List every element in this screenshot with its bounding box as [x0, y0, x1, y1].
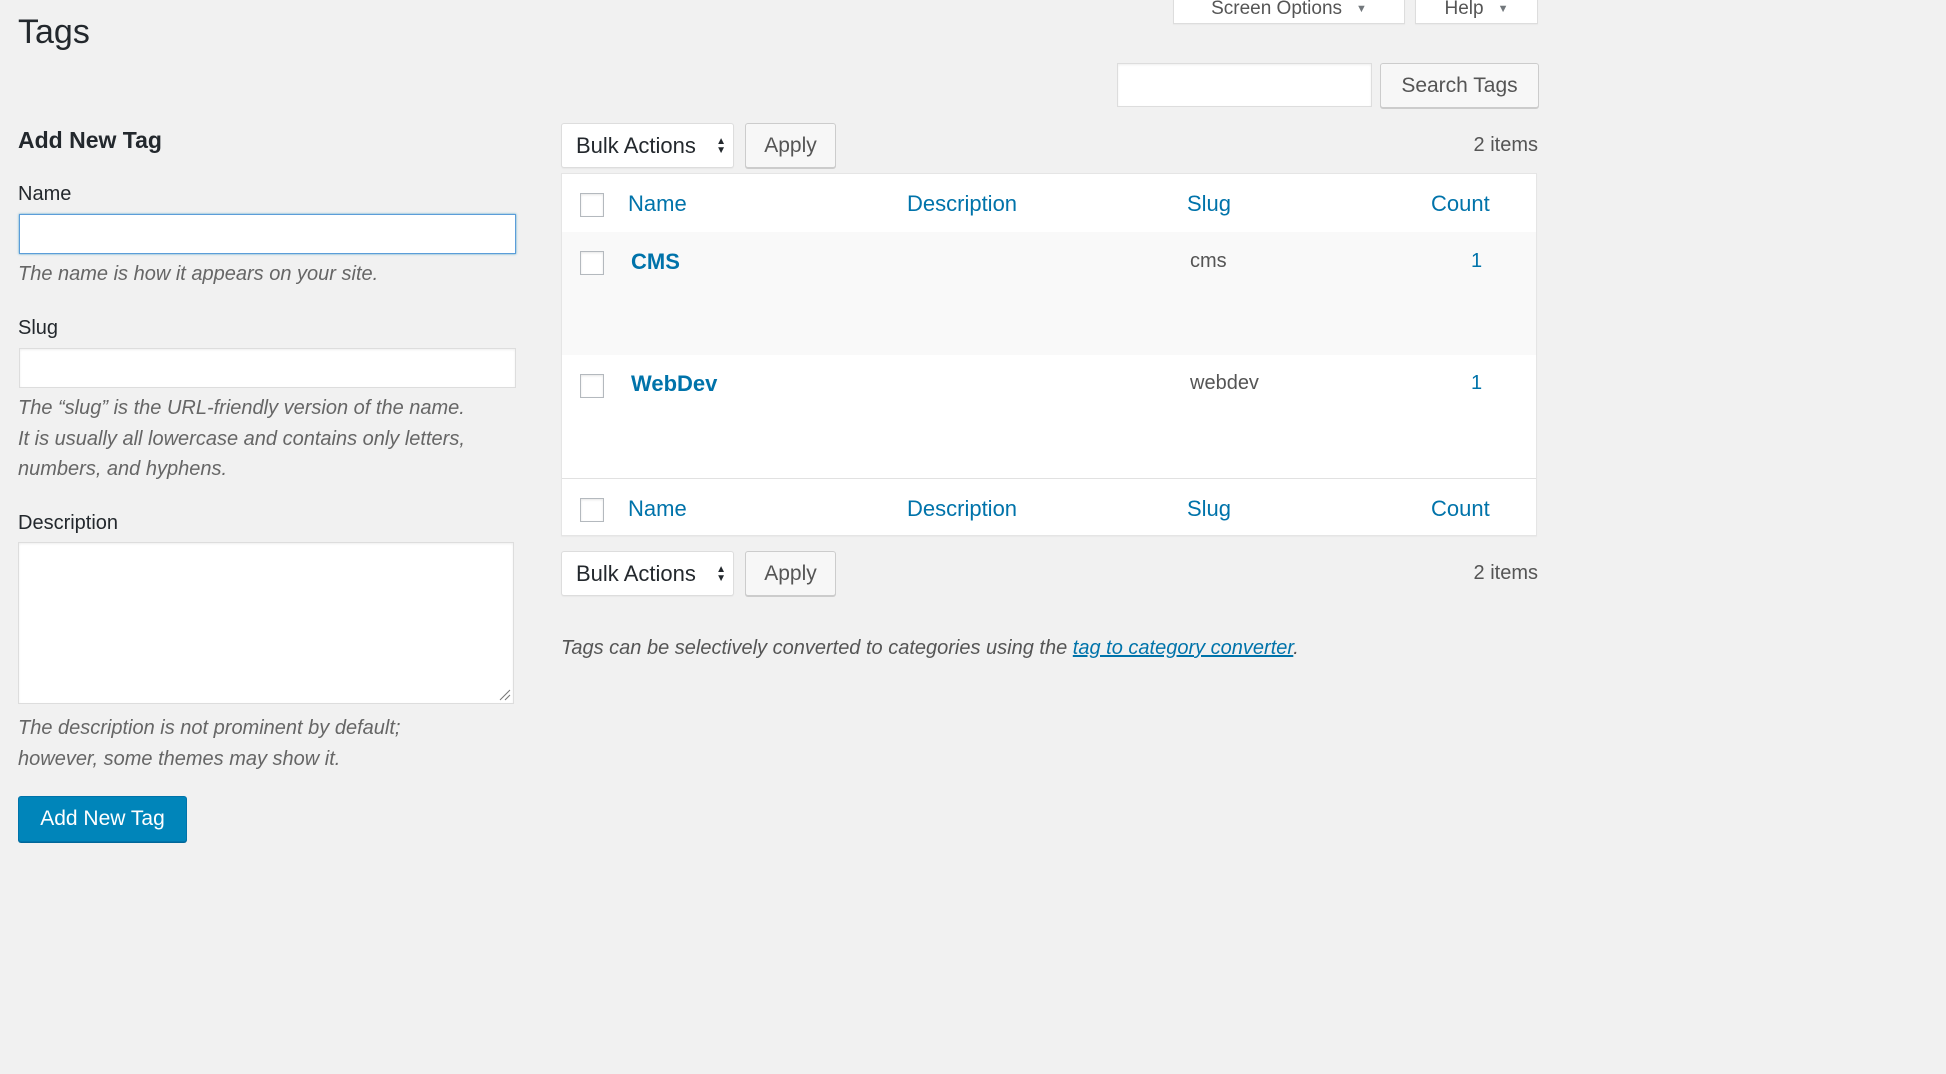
bulk-actions-label: Bulk Actions [576, 560, 696, 586]
tag-slug: cms [1190, 250, 1227, 272]
select-arrows-icon: ▲ ▼ [716, 135, 726, 156]
column-name-footer[interactable]: Name [628, 496, 687, 522]
add-new-tag-button[interactable]: Add New Tag [18, 796, 187, 842]
tag-name-input[interactable] [19, 214, 516, 254]
column-description-footer[interactable]: Description [907, 496, 1017, 522]
apply-label: Apply [764, 133, 817, 157]
tag-to-category-converter-link[interactable]: tag to category converter [1073, 637, 1294, 659]
tag-slug: webdev [1190, 372, 1259, 394]
tag-count-link[interactable]: 1 [1471, 250, 1482, 273]
apply-button-top[interactable]: Apply [745, 123, 836, 168]
table-footer: Name Description Slug Count [562, 478, 1536, 537]
bulk-actions-select-bottom[interactable]: Bulk Actions ▲ ▼ [561, 551, 734, 596]
slug-label: Slug [18, 317, 59, 339]
screen-options-button[interactable]: Screen Options ▼ [1173, 0, 1405, 24]
slug-help-line: The “slug” is the URL-friendly version o… [18, 397, 465, 419]
name-label: Name [18, 183, 72, 205]
help-label: Help [1444, 0, 1484, 19]
tag-name-link[interactable]: WebDev [631, 371, 717, 397]
caret-down-icon: ▼ [1356, 2, 1367, 15]
search-tags-input[interactable] [1117, 63, 1372, 107]
column-count-header[interactable]: Count [1431, 191, 1490, 217]
search-tags-label: Search Tags [1401, 73, 1518, 97]
tag-slug-input[interactable] [19, 348, 516, 388]
page-title: Tags [18, 13, 90, 51]
column-slug-footer[interactable]: Slug [1187, 496, 1231, 522]
tags-table: Name Description Slug Count CMS cms 1 We… [561, 173, 1537, 536]
description-label: Description [18, 512, 119, 534]
column-name-header[interactable]: Name [628, 191, 687, 217]
tag-name-link[interactable]: CMS [631, 249, 680, 275]
help-button[interactable]: Help ▼ [1415, 0, 1538, 24]
select-all-checkbox-footer[interactable] [580, 498, 604, 522]
description-help-line: The description is not prominent by defa… [18, 717, 401, 739]
bulk-actions-label: Bulk Actions [576, 132, 696, 158]
caret-down-icon: ▼ [1497, 2, 1509, 15]
slug-help-text: The “slug” is the URL-friendly version o… [18, 393, 538, 485]
add-new-tag-label: Add New Tag [40, 807, 165, 830]
screen-options-label: Screen Options [1211, 0, 1343, 19]
apply-label: Apply [764, 561, 817, 585]
row-checkbox[interactable] [580, 251, 604, 275]
column-count-footer[interactable]: Count [1431, 496, 1490, 522]
converter-note-text: Tags can be selectively converted to cat… [561, 637, 1073, 659]
items-count-bottom: 2 items [1473, 562, 1538, 584]
row-checkbox[interactable] [580, 374, 604, 398]
column-slug-header[interactable]: Slug [1187, 191, 1231, 217]
add-new-tag-heading: Add New Tag [18, 127, 162, 153]
bulk-actions-select-top[interactable]: Bulk Actions ▲ ▼ [561, 123, 734, 168]
select-all-checkbox[interactable] [580, 193, 604, 217]
converter-note: Tags can be selectively converted to cat… [561, 637, 1299, 660]
apply-button-bottom[interactable]: Apply [745, 551, 836, 596]
select-arrows-icon: ▲ ▼ [716, 563, 726, 584]
description-help-line: however, some themes may show it. [18, 747, 341, 770]
tag-count-link[interactable]: 1 [1471, 372, 1482, 395]
description-help-text: The description is not prominent by defa… [18, 713, 538, 774]
resize-grip-icon[interactable] [499, 689, 511, 701]
items-count-top: 2 items [1473, 134, 1538, 156]
tag-description-textarea[interactable] [18, 542, 514, 704]
search-tags-button[interactable]: Search Tags [1380, 63, 1539, 108]
slug-help-line: numbers, and hyphens. [18, 458, 228, 480]
slug-help-line: It is usually all lowercase and contains… [18, 427, 465, 450]
table-row: WebDev webdev 1 [562, 355, 1536, 478]
column-description-header[interactable]: Description [907, 191, 1017, 217]
table-header: Name Description Slug Count [562, 174, 1536, 233]
name-help-text: The name is how it appears on your site. [18, 263, 379, 285]
table-row: CMS cms 1 [562, 232, 1536, 355]
converter-note-end: . [1293, 637, 1299, 659]
